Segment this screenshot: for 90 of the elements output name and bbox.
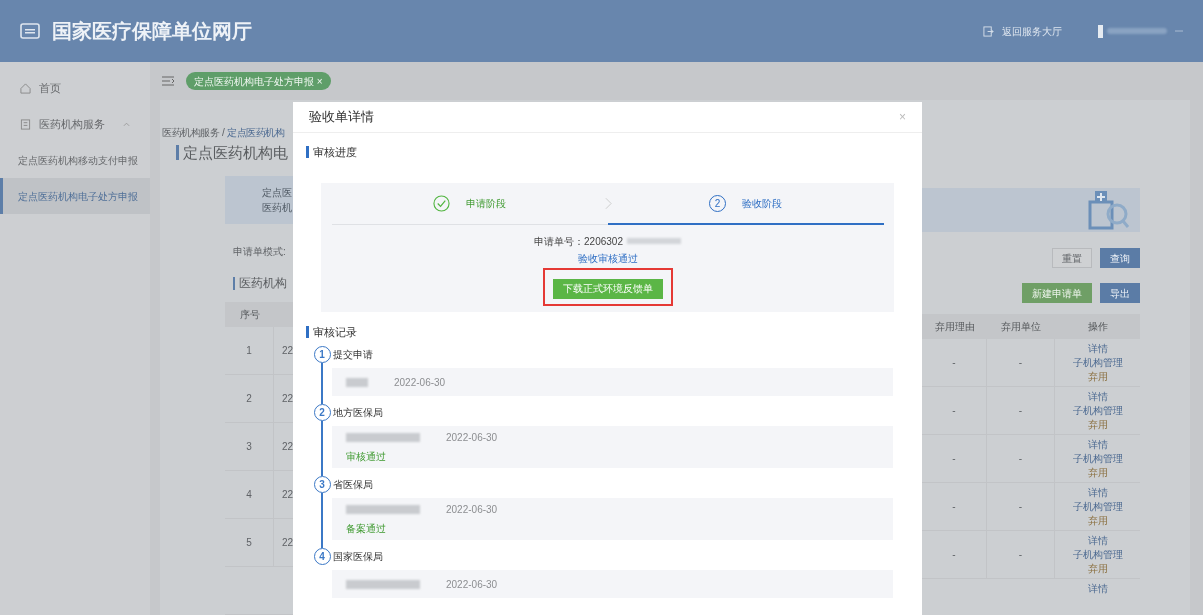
table-cell-text: 22 — [280, 344, 293, 358]
table-cell-text: 22 — [280, 392, 293, 406]
record-status: 备案通过 — [346, 522, 387, 536]
status-link[interactable]: 验收审核通过 — [577, 251, 638, 266]
disable-link[interactable]: 弃用 — [1087, 418, 1108, 432]
breadcrumb-separator: / — [222, 125, 225, 140]
user-avatar-icon — [1098, 24, 1103, 38]
redacted-block — [626, 238, 681, 244]
sub-org-link[interactable]: 子机构管理 — [1072, 356, 1123, 370]
section-title: 审核进度 — [313, 144, 357, 160]
table-cell: 3 — [225, 423, 274, 470]
record-label: 地方医保局 — [333, 406, 384, 420]
disable-link[interactable]: 弃用 — [1087, 562, 1108, 576]
step-label: 验收阶段 — [742, 196, 782, 211]
detail-link[interactable]: 详情 — [1087, 390, 1108, 404]
timeline-line — [321, 363, 323, 404]
disable-link[interactable]: 弃用 — [1087, 370, 1108, 384]
sub-org-link[interactable]: 子机构管理 — [1072, 500, 1123, 514]
section-title: 审核记录 — [313, 324, 357, 340]
step-label: 申请阶段 — [466, 196, 506, 211]
detail-link[interactable]: 详情 — [1087, 534, 1108, 548]
breadcrumb-link[interactable]: 医药机构服务 — [162, 124, 219, 140]
return-link[interactable]: 返回服务大厅 — [1002, 23, 1062, 39]
query-button[interactable]: 查询 — [1100, 248, 1140, 268]
record-label: 国家医保局 — [333, 550, 384, 564]
title-marker — [306, 326, 309, 338]
title-marker — [176, 145, 179, 161]
table-cell-text: 22 — [280, 488, 293, 502]
record-date: 2022-06-30 — [446, 503, 498, 517]
sidebar-item[interactable]: 首页 — [39, 79, 130, 97]
sidebar-item[interactable]: 定点医药机构电子处方申报 — [0, 178, 150, 214]
detail-link[interactable]: 详情 — [1087, 582, 1108, 596]
logo-icon — [20, 21, 40, 41]
caret-icon — [1175, 29, 1183, 33]
site-title: 国家医疗保障单位网厅 — [52, 19, 252, 44]
application-number: 申请单号：2206302 — [534, 234, 623, 249]
disable-link[interactable]: 弃用 — [1087, 466, 1108, 480]
table-cell: 5 — [225, 519, 274, 566]
redacted-block — [346, 377, 368, 387]
breadcrumb-current: 定点医药机构 — [227, 125, 285, 140]
menu-icon — [162, 76, 174, 86]
filter-label: 申请单模式: — [232, 245, 287, 258]
detail-link[interactable]: 详情 — [1087, 438, 1108, 452]
record-date: 2022-06-30 — [446, 431, 498, 445]
export-button[interactable]: 导出 — [1100, 283, 1140, 303]
reset-button[interactable]: 重置 — [1052, 248, 1092, 268]
detail-link[interactable]: 详情 — [1087, 342, 1108, 356]
record-date: 2022-06-30 — [394, 375, 446, 390]
column-header: 序号 — [239, 308, 261, 322]
table-cell-text: 22 — [280, 536, 293, 550]
table-cell: 1 — [225, 327, 274, 374]
timeline-line — [321, 493, 323, 548]
title-marker — [233, 276, 235, 290]
sidebar-item[interactable]: 医药机构服务 — [39, 115, 115, 133]
table-cell: 2 — [225, 375, 274, 422]
table-cell: - — [987, 531, 1055, 578]
table-cell: 4 — [225, 471, 274, 518]
record-date: 2022-06-30 — [446, 577, 498, 592]
redacted-block — [1107, 28, 1167, 34]
sub-org-link[interactable]: 子机构管理 — [1072, 452, 1123, 466]
dialog-title: 验收单详情 — [309, 108, 375, 127]
record-label: 省医保局 — [333, 478, 374, 492]
info-banner: 定点医 医药机 — [225, 175, 293, 224]
column-header: 弃用理由 — [933, 320, 976, 334]
table-cell: - — [987, 483, 1055, 530]
detail-link[interactable]: 详情 — [1087, 486, 1108, 500]
sidebar-item[interactable]: 定点医药机构移动支付申报 — [0, 142, 150, 178]
home-icon — [20, 82, 31, 94]
table-cell: - — [987, 435, 1055, 482]
column-header: 弃用单位 — [1000, 320, 1042, 334]
tab[interactable]: 定点医药机构电子处方申报 × — [186, 72, 331, 90]
table-cell: - — [987, 387, 1055, 434]
sub-org-link[interactable]: 子机构管理 — [1072, 404, 1123, 418]
table-cell: - — [987, 339, 1055, 386]
chevron-icon — [604, 196, 612, 210]
disable-link[interactable]: 弃用 — [1087, 514, 1108, 528]
document-icon — [20, 118, 31, 130]
page-title: 定点医药机构电 — [183, 142, 288, 163]
new-request-button[interactable]: 新建申请单 — [1022, 283, 1092, 303]
title-marker — [306, 146, 309, 158]
section-title: 医药机构 — [239, 275, 287, 292]
record-status: 审核通过 — [346, 450, 387, 464]
sub-org-link[interactable]: 子机构管理 — [1072, 548, 1123, 562]
table-cell-text: 22 — [280, 440, 293, 454]
column-header: 操作 — [1086, 320, 1109, 334]
hospital-icon — [1086, 188, 1130, 232]
exit-icon — [983, 25, 994, 37]
record-label: 提交申请 — [333, 348, 374, 362]
timeline-line — [321, 421, 323, 476]
download-button[interactable]: 下载正式环境反馈单 — [552, 278, 663, 299]
